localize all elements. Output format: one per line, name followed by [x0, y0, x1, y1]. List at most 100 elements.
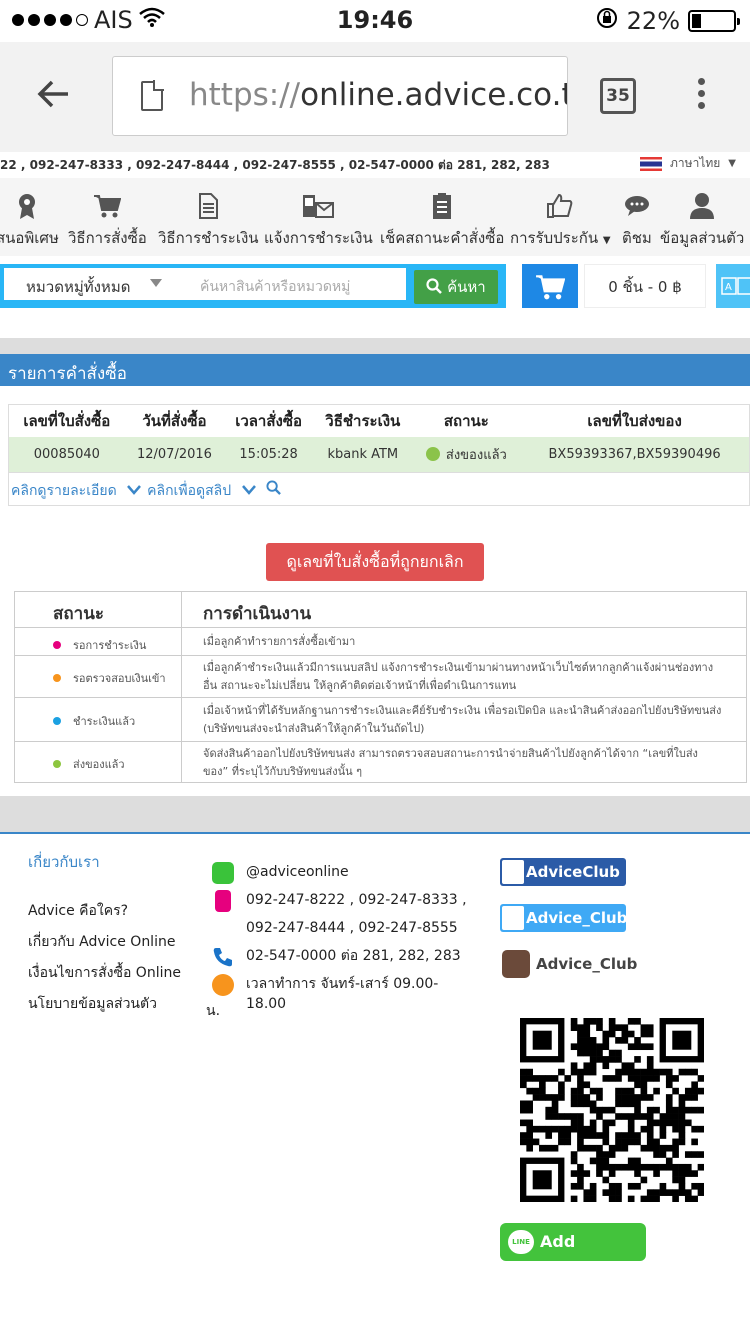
- line-id[interactable]: @adviceonline: [246, 864, 349, 880]
- nav-label: ติชม: [622, 229, 652, 247]
- social-links: f AdviceClub t Advice_Club Advice_Club: [500, 858, 637, 996]
- instagram-label: Advice_Club: [536, 955, 638, 973]
- legend-status: รอการชำระเงิน: [73, 639, 147, 652]
- search-icon[interactable]: [262, 480, 281, 499]
- contact-info: @adviceonline 092-247-8222 , 092-247-833…: [206, 862, 476, 1022]
- category-select[interactable]: หมวดหมู่ทั้งหมด: [26, 275, 130, 299]
- header-phones: 22 , 092-247-8333 , 092-247-8444 , 092-2…: [0, 158, 550, 172]
- facebook-icon: f: [502, 860, 524, 884]
- instagram-link[interactable]: Advice_Club: [500, 950, 637, 978]
- legend-status: รอตรวจสอบเงินเข้า: [73, 672, 166, 685]
- mobile-numbers-cont: 092-247-8444 , 092-247-8555: [246, 920, 458, 936]
- nav-item-payment-notice[interactable]: แจ้งการชำระเงิน: [264, 192, 373, 250]
- nav-label: การรับประกัน: [510, 229, 599, 247]
- legend-row: รอการชำระเงิน เมื่อลูกค้าทำรายการสั่งซื้…: [15, 628, 746, 656]
- legend-desc: จัดส่งสินค้าออกไปยังบริษัทขนส่ง สามารถตร…: [203, 747, 698, 778]
- address-bar[interactable]: https://online.advice.co.th: [112, 56, 568, 136]
- legend-action-header: การดำเนินงาน: [203, 604, 312, 624]
- search-button[interactable]: ค้นหา: [414, 270, 498, 304]
- status-dot-icon: [53, 641, 61, 649]
- facebook-label: AdviceClub: [526, 863, 620, 881]
- legend-row: ชำระเงินแล้ว เมื่อเจ้าหน้าที่ได้รับหลักฐ…: [15, 698, 746, 742]
- twitter-label: Advice_Club: [526, 909, 628, 927]
- status-label: ส่งของแล้ว: [445, 447, 507, 463]
- page-icon: [141, 80, 164, 111]
- mobile-icon: [215, 890, 231, 912]
- chevron-down-icon[interactable]: [237, 483, 256, 499]
- order-links: คลิกดูรายละเอียด คลิกเพื่อดูสลิป: [8, 472, 750, 506]
- column-header: วันที่สั่งซื้อ: [124, 404, 225, 437]
- legend-status-header: สถานะ: [53, 604, 104, 624]
- nav-item-profile[interactable]: ข้อมูลส่วนตัว: [660, 192, 744, 250]
- nav-item-order-status[interactable]: เช็คสถานะคำสั่งซื้อ: [380, 192, 504, 250]
- about-link[interactable]: นโยบายข้อมูลส่วนตัว: [28, 993, 181, 1015]
- status-bar: AIS 19:46 22%: [0, 0, 750, 40]
- column-header: เลขที่ใบสั่งซื้อ: [8, 404, 125, 437]
- cart-button[interactable]: [522, 264, 578, 308]
- column-header: วิธีชำระเงิน: [313, 404, 413, 437]
- view-details-link[interactable]: คลิกดูรายละเอียด: [11, 483, 117, 499]
- nav-item-how-to-pay[interactable]: วิธีการชำระเงิน: [158, 192, 259, 250]
- award-icon: [0, 192, 59, 220]
- cart-summary[interactable]: 0 ชิ้น - 0 ฿: [584, 264, 706, 308]
- more-menu-icon[interactable]: [698, 78, 708, 114]
- back-arrow-icon[interactable]: [36, 72, 72, 123]
- url-host: online.advice.co.th: [300, 77, 568, 113]
- legend-row: รอตรวจสอบเงินเข้า เมื่อลูกค้าชำระเงินแล้…: [15, 656, 746, 698]
- nav-item-warranty[interactable]: การรับประกัน ▼: [510, 192, 611, 250]
- orders-title: รายการคำสั่งซื้อ: [0, 354, 750, 386]
- nav-label: สนอพิเศษ: [0, 229, 59, 247]
- chevron-down-icon[interactable]: [123, 483, 142, 499]
- view-cancelled-orders-button[interactable]: ดูเลขที่ใบสั่งซื้อที่ถูกยกเลิก: [266, 543, 484, 581]
- instagram-icon: [502, 950, 530, 978]
- nav-item-how-to-order[interactable]: วิธีการสั่งซื้อ: [68, 192, 147, 250]
- line-icon: [212, 862, 234, 884]
- chevron-down-icon: ▼: [602, 235, 611, 246]
- table-row[interactable]: 00085040 12/07/2016 15:05:28 kbank ATM ส…: [8, 436, 750, 473]
- about-link[interactable]: Advice คือใคร?: [28, 900, 181, 922]
- tab-switcher-button[interactable]: 35: [600, 78, 636, 114]
- add-friends-button[interactable]: LINE Add Friends: [500, 1223, 646, 1289]
- nav-label: วิธีการสั่งซื้อ: [68, 229, 147, 247]
- facebook-link[interactable]: f AdviceClub: [500, 858, 626, 886]
- thai-flag-icon: [640, 156, 663, 171]
- nav-label: แจ้งการชำระเงิน: [264, 229, 373, 247]
- view-slip-link[interactable]: คลิกเพื่อดูสลิป: [147, 483, 231, 499]
- legend-desc: เมื่อลูกค้าทำรายการสั่งซื้อเข้ามา: [203, 635, 356, 648]
- qr-code: [520, 1018, 705, 1203]
- search-bar: หมวดหมู่ทั้งหมด ค้นหาสินค้าหรือหมวดหมู่ …: [0, 264, 506, 308]
- order-number: 00085040: [8, 436, 125, 473]
- about-link[interactable]: เกี่ยวกับ Advice Online: [28, 931, 181, 953]
- status-dot-icon: [53, 717, 61, 725]
- nav-label: ข้อมูลส่วนตัว: [660, 229, 745, 247]
- nav-label: เช็คสถานะคำสั่งซื้อ: [380, 229, 505, 247]
- about-links: เกี่ยวกับเรา Advice คือใคร? เกี่ยวกับ Ad…: [28, 850, 181, 1024]
- url-scheme: https://: [189, 77, 301, 113]
- language-selector[interactable]: ภาษาไทย ▼: [640, 154, 736, 173]
- nav-item-feedback[interactable]: ติชม: [622, 192, 652, 250]
- rotation-lock-icon: [595, 6, 619, 36]
- svg-text:A: A: [725, 282, 732, 293]
- browser-toolbar: https://online.advice.co.th 35: [0, 42, 750, 152]
- legend-status: ชำระเงินแล้ว: [73, 715, 136, 728]
- about-title: เกี่ยวกับเรา: [28, 853, 100, 871]
- twitter-link[interactable]: t Advice_Club: [500, 904, 628, 932]
- nav-item-special-offer[interactable]: สนอพิเศษ: [0, 192, 59, 250]
- language-switch-button[interactable]: A: [716, 264, 750, 308]
- search-button-label: ค้นหา: [447, 278, 486, 296]
- payment-method: kbank ATM: [313, 436, 413, 473]
- chat-icon: [622, 192, 652, 220]
- order-time: 15:05:28: [224, 436, 313, 473]
- legend-desc: เมื่อเจ้าหน้าที่ได้รับหลักฐานการชำระเงิน…: [203, 704, 722, 735]
- about-link[interactable]: เงื่อนไขการสั่งซื้อ Online: [28, 962, 181, 984]
- chevron-down-icon: [150, 279, 162, 287]
- divider: [0, 796, 750, 832]
- mobile-numbers: 092-247-8222 , 092-247-8333 ,: [246, 892, 467, 908]
- order-status: ส่งของแล้ว: [412, 436, 521, 473]
- legend-row: ส่งของแล้ว จัดส่งสินค้าออกไปยังบริษัทขนส…: [15, 742, 746, 784]
- column-header: เลขที่ใบส่งของ: [520, 404, 750, 437]
- legend-desc: เมื่อลูกค้าชำระเงินแล้วมีการแนบสลิป แจ้ง…: [203, 661, 714, 692]
- chevron-down-icon: ▼: [728, 158, 736, 169]
- divider: [0, 338, 750, 354]
- search-input[interactable]: ค้นหาสินค้าหรือหมวดหมู่: [200, 276, 350, 298]
